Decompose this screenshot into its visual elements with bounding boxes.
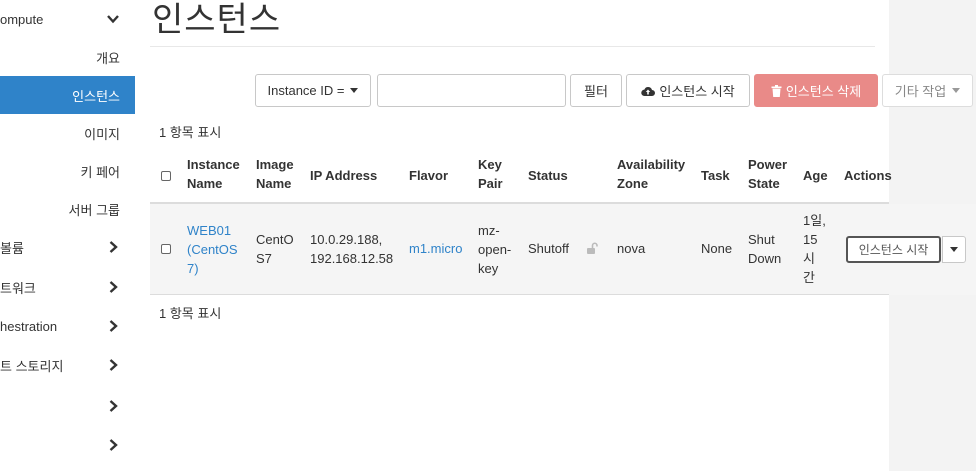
row-select-checkbox[interactable]: [161, 244, 171, 254]
sidebar-item-overview[interactable]: 개요: [0, 38, 135, 76]
chevron-right-icon: [106, 240, 120, 254]
caret-down-icon: [350, 88, 359, 93]
cell-status: Shutoff: [528, 241, 569, 256]
chevron-right-icon: [106, 358, 120, 372]
filter-field-select[interactable]: Instance ID =: [255, 74, 371, 107]
cell-power-state: Shut Down: [748, 232, 782, 266]
caret-down-icon: [952, 88, 961, 93]
col-header-image-name[interactable]: Image Name: [256, 155, 294, 193]
filter-input[interactable]: [377, 74, 566, 107]
col-header-flavor[interactable]: Flavor: [409, 166, 448, 185]
col-header-availability-zone[interactable]: Availability Zone: [617, 155, 685, 193]
sidebar-item-images[interactable]: 이미지: [0, 114, 135, 152]
sidebar-item-collapsed-2[interactable]: [0, 426, 135, 464]
col-header-power-state[interactable]: Power State: [748, 155, 787, 193]
cell-availability-zone: nova: [617, 241, 646, 256]
item-count-bottom: 1 항목 표시: [159, 306, 222, 321]
sidebar-item-instances[interactable]: 인스턴스: [0, 76, 135, 114]
sidebar-item-key-pairs[interactable]: 키 페어: [0, 152, 135, 190]
instance-name-link[interactable]: WEB01 (CentOS 7): [187, 221, 238, 278]
sidebar-item-volumes[interactable]: 볼륨: [0, 228, 135, 266]
unlock-icon: [586, 242, 598, 257]
page-title: 인스턴스: [152, 0, 282, 40]
select-all-checkbox[interactable]: [161, 171, 171, 181]
sidebar-item-label: 인스턴스: [72, 88, 120, 104]
more-actions-button[interactable]: 기타 작업: [882, 74, 973, 107]
col-header-instance-name[interactable]: Instance Name: [187, 155, 240, 193]
col-header-ip-address[interactable]: IP Address: [310, 166, 377, 185]
row-launch-instance-button[interactable]: 인스턴스 시작: [846, 236, 941, 263]
launch-instance-button[interactable]: 인스턴스 시작: [626, 74, 750, 107]
sidebar: ompute 개요 인스턴스 이미지 키 페어 서버 그룹 볼륨 트워크 hes…: [0, 0, 135, 471]
row-action-label: 인스턴스 시작: [858, 243, 929, 257]
cloud-upload-icon: [641, 85, 656, 97]
sidebar-item-label: 트워크: [0, 280, 36, 296]
sidebar-item-label: hestration: [0, 318, 58, 334]
col-header-actions: Actions: [844, 168, 892, 183]
col-header-task[interactable]: Task: [701, 166, 730, 185]
col-header-status[interactable]: Status: [528, 166, 568, 185]
sidebar-item-label: 볼륨: [0, 240, 24, 256]
row-actions-dropdown[interactable]: [942, 236, 966, 263]
sidebar-item-label: 키 페어: [80, 164, 121, 180]
filter-field-label: Instance ID =: [267, 83, 345, 98]
cell-image-name: CentO S7: [256, 232, 294, 266]
chevron-down-icon: [106, 12, 120, 26]
cell-task: None: [701, 241, 733, 256]
caret-down-icon: [950, 247, 958, 252]
flavor-link[interactable]: m1.micro: [409, 239, 462, 258]
sidebar-item-label: 이미지: [84, 126, 120, 142]
sidebar-item-label: 트 스토리지: [0, 358, 64, 374]
cell-age: 1일, 15 시 간: [803, 213, 826, 285]
sidebar-item-label: ompute: [0, 11, 44, 27]
delete-instances-label: 인스턴스 삭제: [785, 84, 862, 99]
sidebar-item-server-groups[interactable]: 서버 그룹: [0, 190, 135, 228]
sidebar-item-orchestration[interactable]: hestration: [0, 307, 135, 345]
sidebar-item-object-storage[interactable]: 트 스토리지: [0, 346, 135, 384]
col-header-key-pair[interactable]: Key Pair: [478, 155, 503, 193]
chevron-right-icon: [106, 280, 120, 294]
chevron-right-icon: [106, 399, 120, 413]
sidebar-item-label: 서버 그룹: [68, 202, 120, 218]
chevron-right-icon: [106, 319, 120, 333]
item-count-top: 1 항목 표시: [159, 125, 222, 140]
filter-button[interactable]: 필터: [570, 74, 622, 107]
sidebar-item-label: 개요: [96, 50, 120, 66]
divider: [150, 46, 875, 47]
trash-icon: [771, 84, 782, 97]
sidebar-item-collapsed-1[interactable]: [0, 387, 135, 425]
launch-instance-label: 인스턴스 시작: [659, 84, 735, 99]
sidebar-item-network[interactable]: 트워크: [0, 268, 135, 306]
delete-instances-button[interactable]: 인스턴스 삭제: [754, 74, 878, 107]
sidebar-item-compute[interactable]: ompute: [0, 0, 135, 38]
more-actions-label: 기타 작업: [894, 84, 947, 99]
chevron-right-icon: [106, 438, 120, 452]
col-header-age[interactable]: Age: [803, 166, 828, 185]
cell-key-pair: mz- open- key: [478, 223, 512, 276]
cell-ip-address: 10.0.29.188, 192.168.12.58: [310, 232, 394, 266]
filter-button-label: 필터: [584, 84, 608, 99]
